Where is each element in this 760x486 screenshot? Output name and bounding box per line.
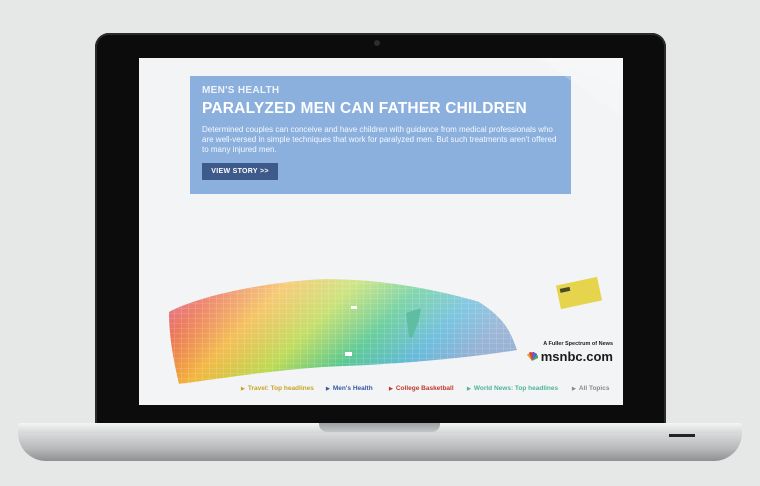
laptop-lid: MEN'S HEALTH PARALYZED MEN CAN FATHER CH…: [95, 33, 666, 433]
brand-name: msnbc.com: [540, 349, 613, 364]
laptop-base: [18, 433, 742, 461]
nav-item-mens-health[interactable]: ▶ Men's Health: [326, 385, 373, 392]
brand-tagline: A Fuller Spectrum of News: [543, 341, 613, 347]
nav-label: College Basketball: [395, 385, 454, 392]
note-tag-icon: [559, 286, 571, 293]
spectrum-marker: [345, 352, 352, 356]
arrow-right-icon: ▶: [572, 386, 576, 392]
nav-label: All Topics: [578, 385, 610, 392]
laptop-side-slot: [669, 434, 695, 437]
arrow-right-icon: ▶: [389, 386, 393, 392]
peacock-icon: [526, 351, 538, 361]
nav-item-college-basketball[interactable]: ▶ College Basketball: [389, 385, 454, 392]
laptop-hinge-notch: [319, 423, 440, 432]
spectrum-marker: [351, 306, 357, 309]
nav-label: World News: Top headlines: [473, 385, 559, 392]
screen: MEN'S HEALTH PARALYZED MEN CAN FATHER CH…: [139, 58, 623, 405]
arrow-right-icon: ▶: [326, 386, 330, 392]
topic-nav: ▶ Travel: Top headlines ▶ Men's Health ▶ Co…: [139, 385, 623, 395]
nav-label: Men's Health: [332, 385, 373, 392]
nav-item-travel[interactable]: ▶ Travel: Top headlines: [241, 385, 314, 392]
nav-item-world-news[interactable]: ▶ World News: Top headlines: [467, 385, 558, 392]
arrow-right-icon: ▶: [467, 386, 471, 392]
brand-logo[interactable]: msnbc.com: [526, 349, 613, 364]
arrow-right-icon: ▶: [241, 386, 245, 392]
nav-label: Travel: Top headlines: [247, 385, 314, 392]
nav-item-all-topics[interactable]: ▶ All Topics: [572, 385, 609, 392]
camera-icon: [374, 40, 380, 46]
